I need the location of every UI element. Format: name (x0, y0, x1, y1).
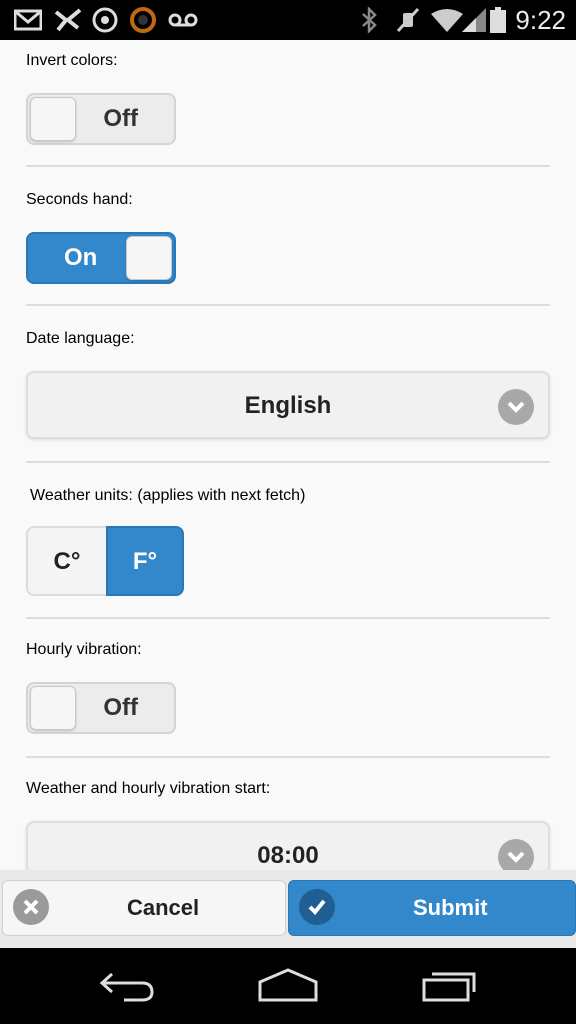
seconds-hand-toggle[interactable]: On (26, 232, 176, 284)
close-icon (13, 889, 49, 925)
divider (26, 165, 550, 167)
submit-button[interactable]: Submit (288, 880, 576, 936)
weather-units-segmented: C° F° (26, 526, 184, 596)
field-label-weather-units: Weather units: (applies with next fetch) (30, 487, 306, 504)
cancel-button[interactable]: Cancel (2, 880, 286, 936)
toggle-knob (126, 236, 172, 280)
divider (26, 617, 550, 619)
unit-fahrenheit-button[interactable]: F° (106, 526, 184, 596)
bluetooth-icon (360, 7, 378, 33)
clock-time: 9:22 (515, 5, 566, 35)
status-bar: 9:22 (0, 0, 576, 40)
mute-icon (396, 7, 420, 33)
toggle-state-label: Off (103, 105, 138, 132)
select-value: 08:00 (257, 842, 319, 869)
toggle-state-label: Off (103, 694, 138, 721)
check-icon (299, 889, 335, 925)
toggle-knob (30, 97, 76, 141)
field-label-vibration-start: Weather and hourly vibration start: (26, 780, 271, 797)
chevron-down-icon (498, 839, 534, 870)
signal-icon (462, 8, 486, 32)
divider (26, 304, 550, 306)
gmail-icon (14, 8, 42, 32)
field-label-invert-colors: Invert colors: (26, 52, 118, 69)
circle-app-icon (130, 7, 156, 33)
voicemail-icon (168, 8, 198, 32)
app-notification-icon (54, 8, 82, 32)
system-nav-bar (0, 948, 576, 1024)
field-label-date-language: Date language: (26, 330, 135, 347)
wifi-icon (430, 8, 464, 32)
action-bar: Cancel Submit (0, 870, 576, 948)
back-icon[interactable] (98, 968, 158, 1009)
vibration-start-select[interactable]: 08:00 (26, 821, 550, 870)
select-value: English (244, 392, 332, 419)
toggle-state-label: On (64, 244, 98, 271)
battery-icon (490, 7, 506, 33)
target-icon (92, 7, 118, 33)
divider (26, 461, 550, 463)
submit-label: Submit (413, 895, 488, 920)
home-icon[interactable] (256, 968, 320, 1009)
toggle-knob (30, 686, 76, 730)
divider (26, 756, 550, 758)
unit-celsius-button[interactable]: C° (26, 526, 106, 596)
recent-apps-icon[interactable] (420, 968, 478, 1009)
hourly-vibration-toggle[interactable]: Off (26, 682, 176, 734)
field-label-hourly-vibration: Hourly vibration: (26, 641, 142, 658)
date-language-select[interactable]: English (26, 371, 550, 439)
chevron-down-icon (498, 389, 534, 425)
settings-form: Invert colors: Off Seconds hand: On Date… (0, 40, 576, 870)
cancel-label: Cancel (127, 895, 200, 920)
field-label-seconds-hand: Seconds hand: (26, 191, 133, 208)
invert-colors-toggle[interactable]: Off (26, 93, 176, 145)
